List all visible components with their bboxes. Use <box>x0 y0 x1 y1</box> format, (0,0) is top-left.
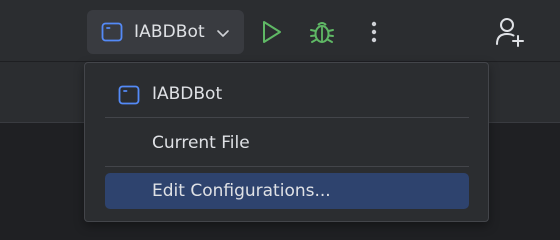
debug-button[interactable] <box>308 18 336 46</box>
main-toolbar: IABDBot <box>0 0 560 61</box>
play-icon <box>258 21 286 50</box>
run-button[interactable] <box>258 18 286 46</box>
app-window-icon <box>101 22 123 46</box>
run-configuration-dropdown: IABDBot Current File Edit Configurations… <box>84 62 489 222</box>
more-actions-button[interactable] <box>364 18 384 46</box>
bug-icon <box>308 22 336 50</box>
add-user-button[interactable] <box>494 16 526 48</box>
menu-item-iabdbot[interactable]: IABDBot <box>105 76 469 112</box>
run-configuration-selector[interactable]: IABDBot <box>87 10 244 54</box>
menu-item-label: Current File <box>152 133 250 153</box>
menu-divider <box>105 166 469 167</box>
menu-item-label: IABDBot <box>152 84 223 104</box>
menu-item-edit-configurations[interactable]: Edit Configurations... <box>105 173 469 209</box>
run-configuration-label: IABDBot <box>134 22 205 42</box>
menu-item-label: Edit Configurations... <box>152 181 331 201</box>
app-window-icon <box>118 85 140 109</box>
menu-item-current-file[interactable]: Current File <box>105 125 469 161</box>
add-user-icon <box>494 18 526 52</box>
menu-divider <box>105 117 469 118</box>
vertical-dots-icon <box>364 21 384 50</box>
chevron-down-icon <box>216 25 230 44</box>
